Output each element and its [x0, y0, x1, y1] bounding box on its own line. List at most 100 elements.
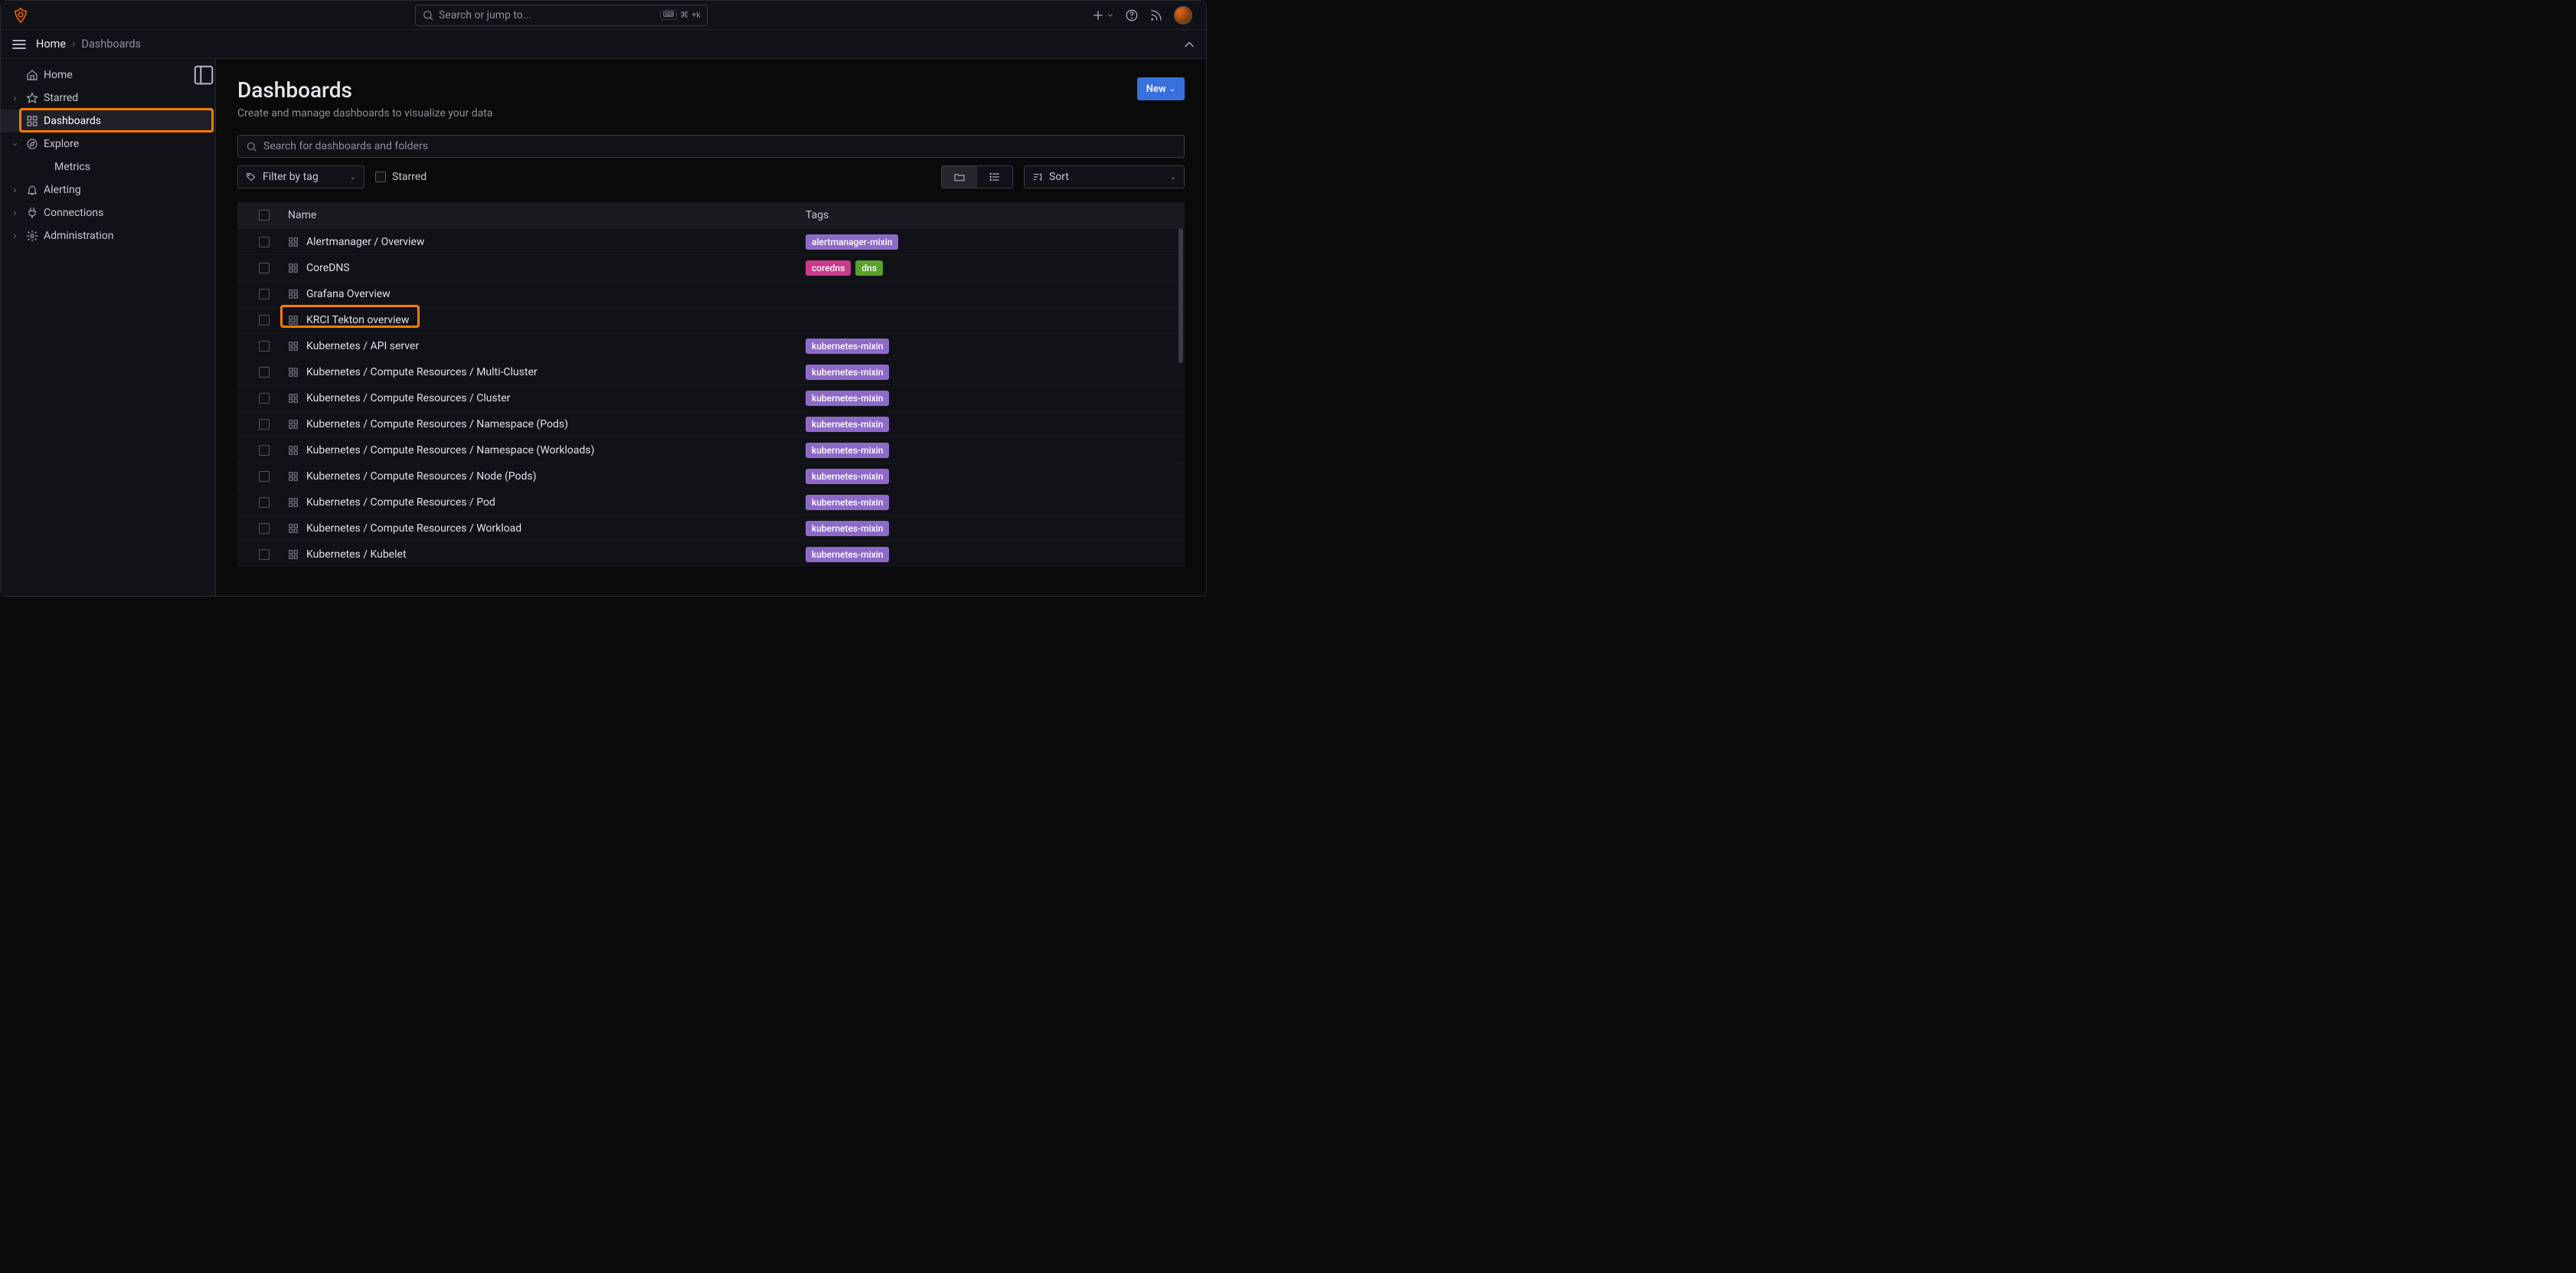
dashboard-icon: [288, 419, 299, 430]
tag-badge[interactable]: kubernetes-mixin: [806, 495, 889, 510]
view-folders[interactable]: [942, 166, 977, 188]
row-checkbox[interactable]: [259, 445, 270, 456]
new-button[interactable]: New ⌄: [1137, 77, 1185, 100]
tag-badge[interactable]: kubernetes-mixin: [806, 417, 889, 432]
bell-icon: [21, 184, 44, 196]
sidebar-item-alerting[interactable]: Alerting: [1, 178, 215, 201]
tag-icon: [246, 172, 257, 182]
table-row[interactable]: Alertmanager / Overview alertmanager-mixi…: [237, 228, 1185, 254]
nav-label: Home: [44, 69, 192, 81]
nav-label: Administration: [44, 230, 215, 242]
tag-badge[interactable]: kubernetes-mixin: [806, 547, 889, 562]
checkbox[interactable]: [375, 172, 386, 182]
tag-badge[interactable]: kubernetes-mixin: [806, 391, 889, 406]
dashboard-icon: [288, 341, 299, 352]
table-row[interactable]: CoreDNS corednsdns: [237, 254, 1185, 280]
table-row[interactable]: Grafana Overview: [237, 280, 1185, 306]
row-checkbox[interactable]: [259, 549, 270, 560]
help-icon[interactable]: [1125, 8, 1139, 22]
dashboard-name: Kubernetes / Compute Resources / Pod: [306, 496, 495, 509]
breadcrumb-home[interactable]: Home: [36, 38, 66, 51]
row-checkbox[interactable]: [259, 341, 270, 352]
row-checkbox[interactable]: [259, 523, 270, 534]
view-list[interactable]: [977, 166, 1012, 188]
home-icon: [21, 69, 44, 81]
dock-icon[interactable]: [192, 64, 215, 87]
collapse-panel-icon[interactable]: [1182, 37, 1197, 52]
table-row[interactable]: Kubernetes / Compute Resources / Multi-C…: [237, 358, 1185, 385]
table-row[interactable]: Kubernetes / Compute Resources / Node (P…: [237, 463, 1185, 489]
table-row[interactable]: KRCI Tekton overview: [237, 306, 1185, 332]
row-checkbox[interactable]: [259, 419, 270, 430]
tag-badge[interactable]: kubernetes-mixin: [806, 339, 889, 354]
dashboard-icon: [288, 289, 299, 299]
dashboard-icon: [288, 497, 299, 508]
breadcrumb-bar: Home › Dashboards: [1, 30, 1206, 59]
table-row[interactable]: Kubernetes / Compute Resources / Cluster…: [237, 385, 1185, 411]
view-toggle: [941, 165, 1013, 188]
row-checkbox[interactable]: [259, 471, 270, 482]
row-checkbox[interactable]: [259, 289, 270, 299]
starred-filter[interactable]: Starred: [375, 171, 427, 183]
dashboard-search[interactable]: Search for dashboards and folders: [237, 135, 1185, 158]
chevron-down-icon: ⌄: [1169, 85, 1175, 93]
sidebar-item-metrics[interactable]: Metrics: [1, 155, 215, 178]
top-bar: Search or jump to... ⌨ ⌘+k: [1, 1, 1206, 30]
breadcrumb: Home › Dashboards: [36, 38, 141, 51]
row-checkbox[interactable]: [259, 263, 270, 273]
sidebar-item-connections[interactable]: Connections: [1, 201, 215, 224]
tag-badge[interactable]: alertmanager-mixin: [806, 234, 898, 250]
nav-label: Metrics: [54, 161, 215, 173]
nav-label: Starred: [44, 92, 215, 104]
sidebar-item-administration[interactable]: Administration: [1, 224, 215, 247]
tag-badge[interactable]: coredns: [806, 260, 851, 276]
star-icon: [21, 92, 44, 104]
chevron-down-icon: ⌄: [1170, 173, 1176, 182]
table-row[interactable]: Kubernetes / Compute Resources / Workloa…: [237, 515, 1185, 541]
tag-badge[interactable]: kubernetes-mixin: [806, 469, 889, 484]
tag-badge[interactable]: kubernetes-mixin: [806, 443, 889, 458]
tag-badge[interactable]: kubernetes-mixin: [806, 521, 889, 536]
dashboard-icon: [288, 523, 299, 534]
rss-icon[interactable]: [1149, 8, 1163, 22]
sidebar-item-home[interactable]: Home: [1, 64, 215, 87]
table-row[interactable]: Kubernetes / API server kubernetes-mixin: [237, 332, 1185, 358]
dashboard-name: Alertmanager / Overview: [306, 236, 424, 248]
search-icon: [422, 9, 434, 21]
sidebar-item-explore[interactable]: Explore: [1, 133, 215, 155]
header-tags[interactable]: Tags: [806, 209, 1185, 221]
dashboard-name: CoreDNS: [306, 262, 350, 274]
sort-select[interactable]: Sort ⌄: [1024, 165, 1185, 188]
nav-label: Dashboards: [44, 115, 215, 127]
menu-toggle[interactable]: [10, 35, 28, 54]
tag-badge[interactable]: dns: [855, 260, 883, 276]
breadcrumb-current[interactable]: Dashboards: [81, 38, 141, 51]
filter-by-tag[interactable]: Filter by tag ⌄: [237, 165, 364, 188]
row-checkbox[interactable]: [259, 367, 270, 378]
user-avatar[interactable]: [1174, 6, 1192, 25]
row-checkbox[interactable]: [259, 315, 270, 326]
select-all-checkbox[interactable]: [259, 210, 270, 221]
add-button[interactable]: [1091, 8, 1114, 22]
header-name[interactable]: Name: [283, 209, 806, 221]
dashboard-name: Kubernetes / Compute Resources / Namespa…: [306, 444, 594, 457]
row-checkbox[interactable]: [259, 497, 270, 508]
tag-badge[interactable]: kubernetes-mixin: [806, 365, 889, 380]
grafana-logo[interactable]: [10, 5, 31, 26]
table-row[interactable]: Kubernetes / Compute Resources / Pod kube…: [237, 489, 1185, 515]
table-row[interactable]: Kubernetes / Compute Resources / Namespa…: [237, 437, 1185, 463]
scrollbar-thumb[interactable]: [1178, 228, 1183, 363]
dashboard-icon: [21, 115, 44, 127]
sidebar-item-starred[interactable]: Starred: [1, 87, 215, 110]
dashboard-icon: [288, 237, 299, 247]
dashboard-name: Kubernetes / Compute Resources / Namespa…: [306, 418, 568, 430]
table-row[interactable]: Kubernetes / Compute Resources / Namespa…: [237, 411, 1185, 437]
table-row[interactable]: Kubernetes / Kubeletkubernetes-mixin: [237, 541, 1185, 567]
global-search[interactable]: Search or jump to... ⌨ ⌘+k: [415, 5, 708, 26]
dashboard-icon: [288, 549, 299, 560]
row-checkbox[interactable]: [259, 393, 270, 404]
dashboard-icon: [288, 471, 299, 482]
dashboard-name: Kubernetes / API server: [306, 340, 419, 352]
sidebar-item-dashboards[interactable]: Dashboards: [1, 110, 215, 133]
row-checkbox[interactable]: [259, 237, 270, 247]
